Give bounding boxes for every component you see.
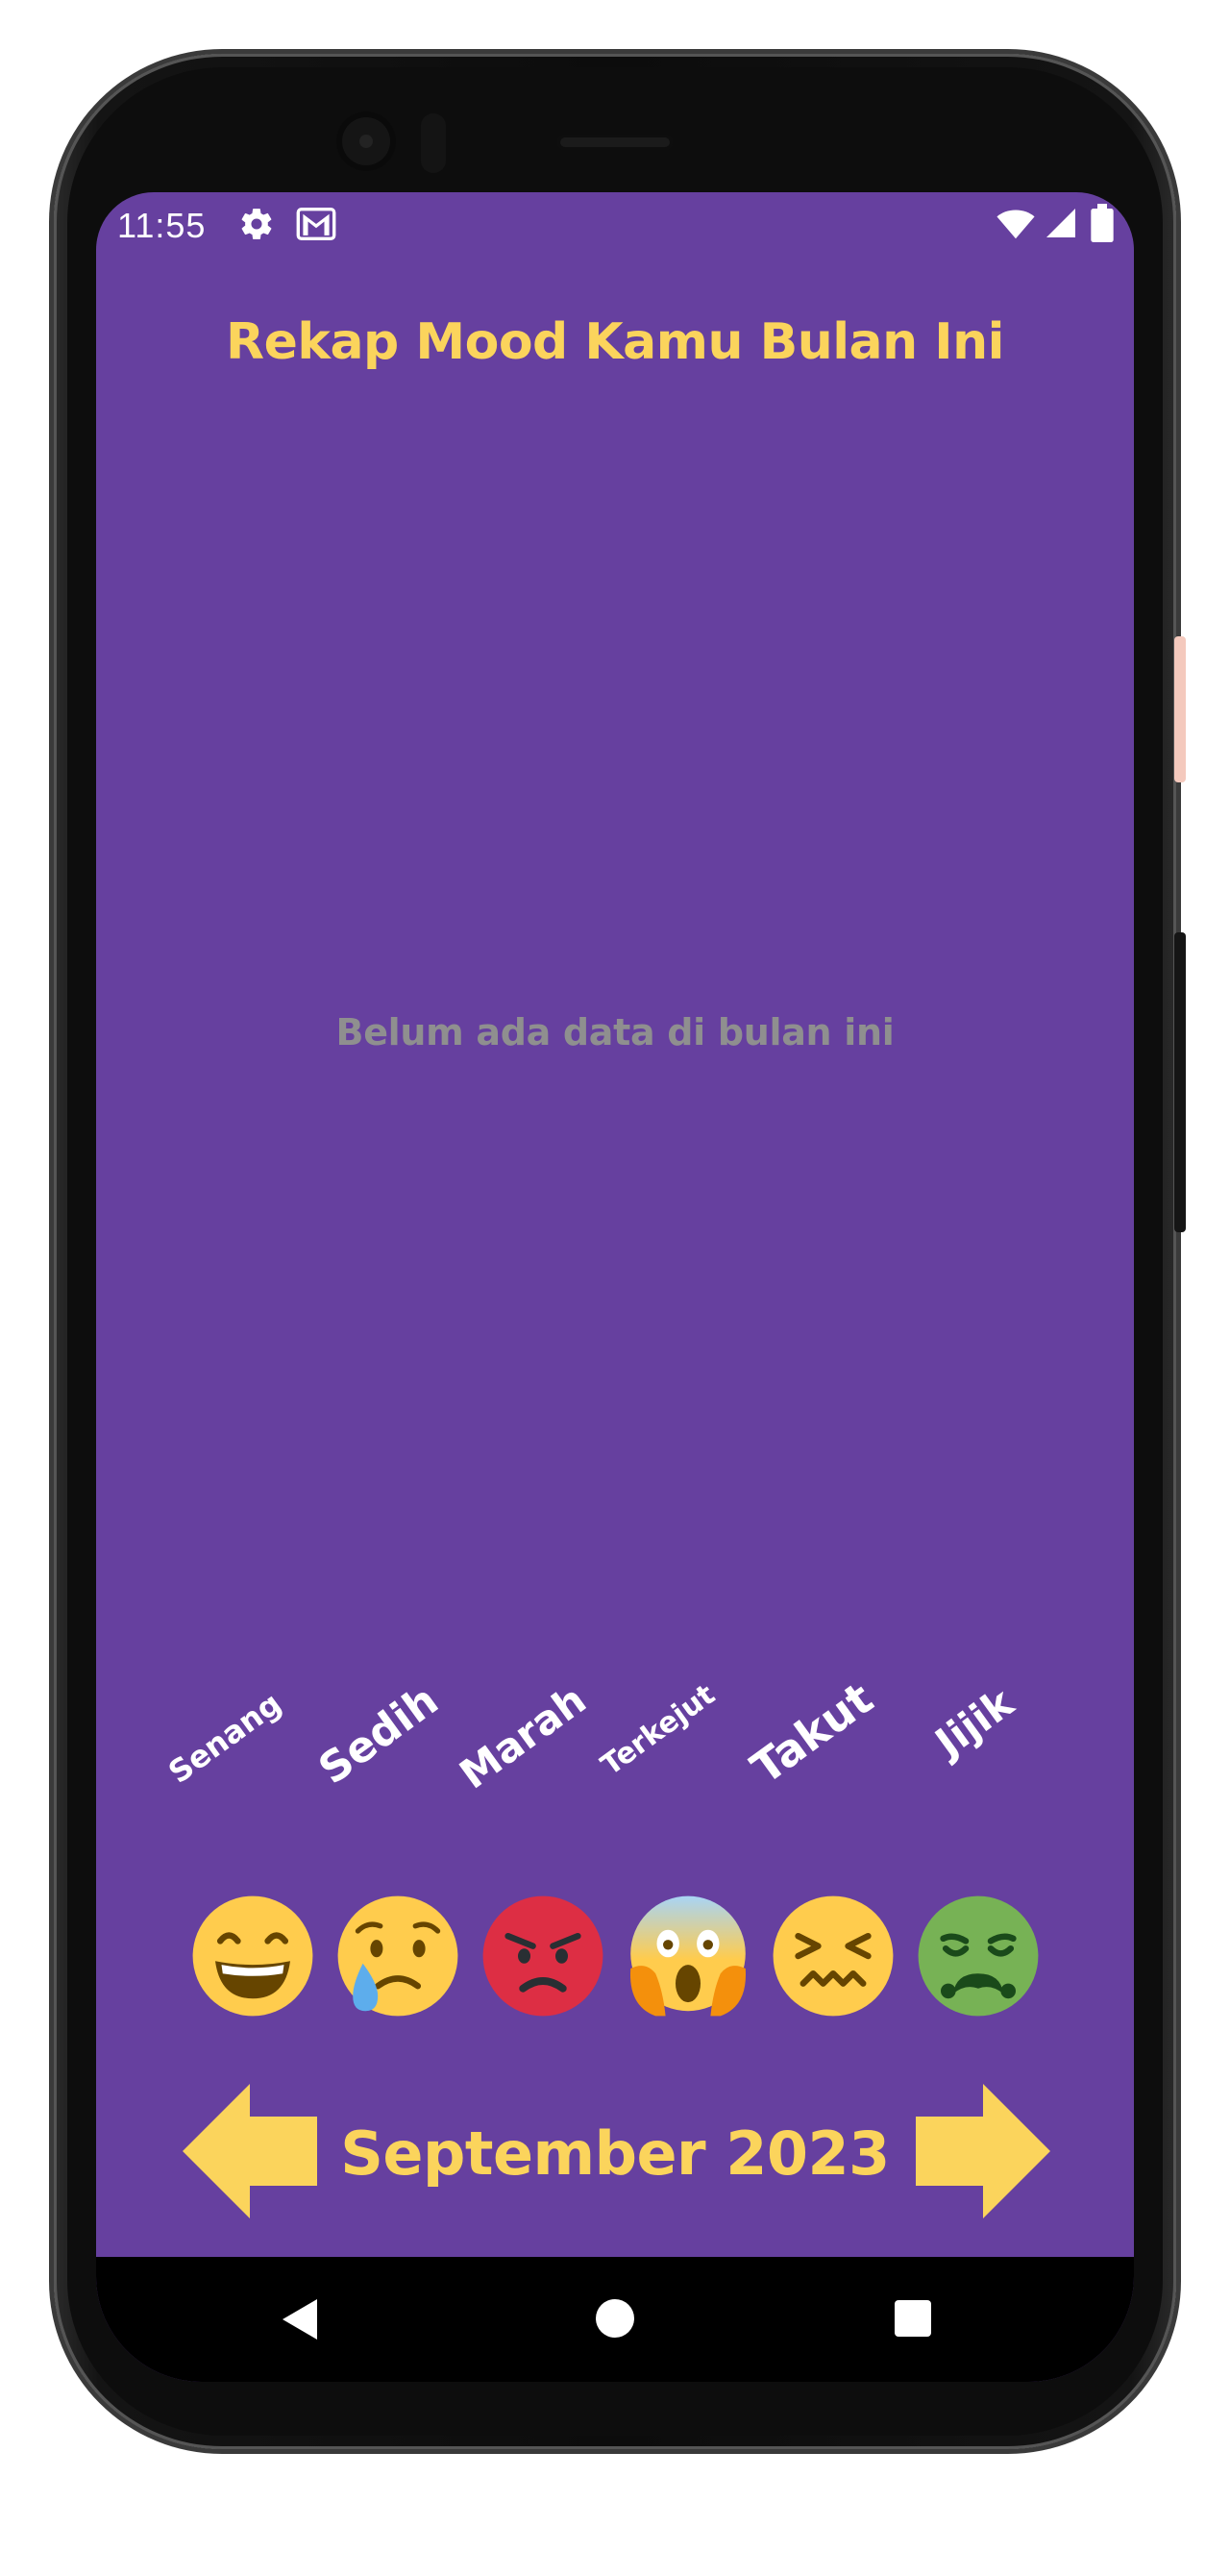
chart-empty-message: Belum ada data di bulan ini bbox=[335, 1011, 895, 1053]
earpiece-speaker bbox=[557, 135, 673, 150]
mood-label-sedih: Sedih bbox=[309, 1675, 448, 1795]
proximity-sensor bbox=[421, 113, 446, 173]
status-bar: 11:55 bbox=[96, 192, 1134, 260]
current-month-label: September 2023 bbox=[340, 2118, 890, 2189]
status-time: 11:55 bbox=[117, 206, 207, 245]
signal-icon bbox=[1046, 209, 1075, 237]
grinning-face-icon bbox=[190, 1894, 315, 2019]
mood-label-terkejut: Terkejut bbox=[595, 1677, 722, 1783]
wifi-icon bbox=[996, 210, 1035, 239]
mood-label-jijik: Jijik bbox=[926, 1678, 1022, 1767]
page-title: Rekap Mood Kamu Bulan Ini bbox=[226, 313, 1004, 371]
app-screen: 11:55 Rekap Mood Kamu Bulan Ini Belum ad… bbox=[96, 192, 1134, 2382]
gear-icon bbox=[241, 209, 272, 239]
back-icon[interactable] bbox=[279, 2297, 323, 2341]
mood-label-senang: Senang bbox=[161, 1685, 288, 1791]
angry-face-icon bbox=[480, 1894, 605, 2019]
front-camera bbox=[336, 111, 396, 171]
system-navigation-bar bbox=[96, 2257, 1134, 2382]
home-icon[interactable] bbox=[596, 2299, 634, 2338]
nauseated-face-icon bbox=[916, 1894, 1041, 2019]
power-button bbox=[1174, 636, 1186, 782]
confounded-face-icon bbox=[771, 1894, 896, 2019]
arrow-left-icon bbox=[183, 2084, 317, 2218]
gmail-icon bbox=[296, 208, 336, 240]
next-month-button[interactable] bbox=[916, 2084, 1050, 2218]
volume-button bbox=[1174, 932, 1186, 1232]
crying-face-icon bbox=[335, 1894, 460, 2019]
mood-label-marah: Marah bbox=[451, 1675, 595, 1798]
recents-icon[interactable] bbox=[895, 2300, 931, 2337]
arrow-right-icon bbox=[916, 2084, 1050, 2218]
previous-month-button[interactable] bbox=[183, 2084, 317, 2218]
mood-label-takut: Takut bbox=[741, 1672, 883, 1795]
battery-icon bbox=[1091, 204, 1114, 242]
screaming-face-icon bbox=[626, 1894, 750, 2019]
